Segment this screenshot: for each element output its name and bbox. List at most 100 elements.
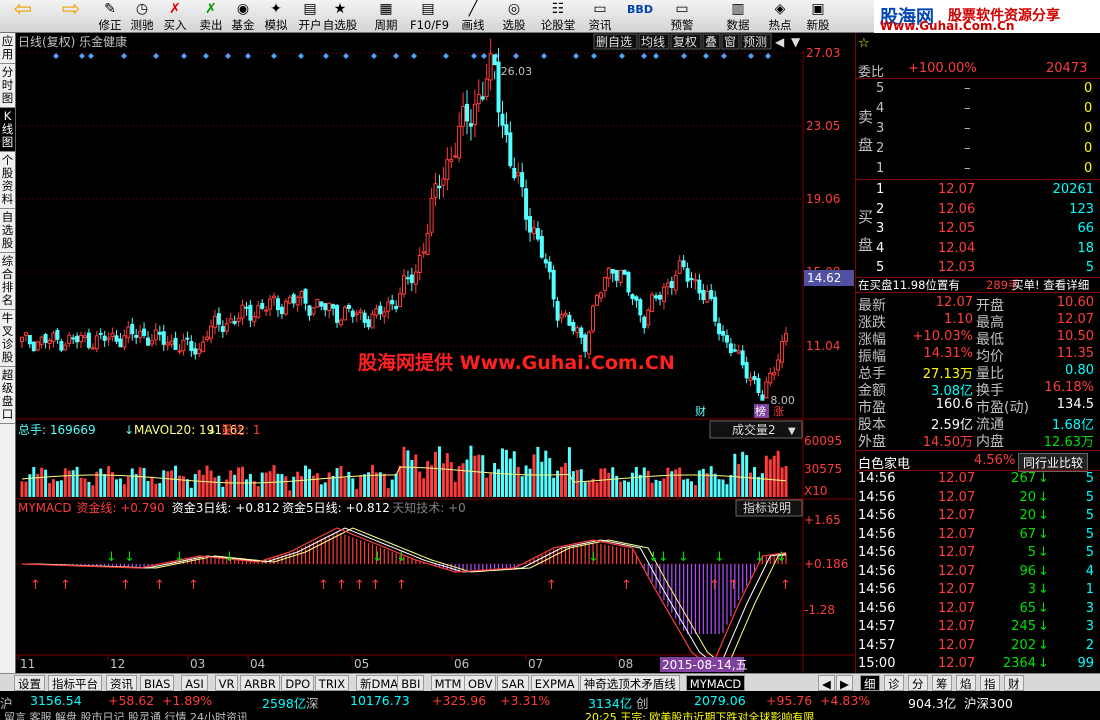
indicator-tab-3[interactable]: BIAS [140, 675, 175, 691]
sidebar-tab-6[interactable]: 牛叉诊股 [0, 310, 15, 367]
volume-bar [386, 488, 390, 497]
sidebar-tab-7[interactable]: 超级盘口 [0, 367, 15, 424]
sidebar-tab-3[interactable]: 个股资料 [0, 152, 15, 209]
volume-bar [567, 447, 571, 497]
toolbar-watchlist-button[interactable]: ★ 自选股 [322, 0, 358, 33]
status-sh-change: +58.62 [108, 693, 155, 708]
indicator-tab-11[interactable]: MTM [430, 675, 466, 691]
candle [535, 221, 540, 242]
toolbar-pen-button[interactable]: ✎ 修正 [92, 0, 128, 33]
volume-bar [760, 473, 764, 497]
volume-bar [103, 474, 107, 497]
indicator-tab-8[interactable]: TRIX [314, 675, 350, 691]
indicator-tab-15[interactable]: 神奇选顶术矛盾线 [579, 675, 680, 691]
chart-button-5[interactable]: 预测 [740, 33, 772, 50]
sidebar-tab-5[interactable]: 综合排名 [0, 253, 15, 310]
indicator-tab-1[interactable]: 指标平台 [48, 675, 102, 691]
toolbar-period-button[interactable]: ▦ 周期 [368, 0, 404, 33]
quote-tab-6[interactable]: 财 [1004, 675, 1024, 691]
toolbar-clock-button[interactable]: ◷ 测驰 [124, 0, 160, 33]
candle [591, 304, 596, 334]
sidebar-tab-0[interactable]: 应用 [0, 33, 15, 64]
candle [31, 341, 36, 353]
tick-volume: 202 [1011, 637, 1036, 653]
chart-button-4[interactable]: 窗 [721, 33, 740, 50]
news-ticker[interactable]: 20:25 王宗: 欧美股市近期下跌对全球影响有限 [585, 709, 814, 720]
quote-tab-5[interactable]: 指 [980, 675, 1000, 691]
toolbar-draw-line-button[interactable]: ╱ 画线 [455, 0, 491, 33]
chart-area[interactable]: 日线(复权) 乐金健康 删自选 均线 复权叠窗预测 ◀ ▼ 27.03 23.05 19.06 1… [16, 33, 854, 673]
toolbar-buy-button[interactable]: ✗ 买入 [157, 0, 193, 33]
indicator-tab-13[interactable]: SAR [497, 675, 529, 691]
signal-diamond-icon [721, 53, 727, 59]
indicator-tab-9[interactable]: 新DMA [356, 675, 403, 691]
volume-bar [481, 455, 485, 497]
toolbar-data-button[interactable]: ▥ 数据 [720, 0, 756, 33]
indicator-tab-6[interactable]: ARBR [240, 675, 280, 691]
signal-diamond-icon [653, 53, 659, 59]
toolbar-forward-button[interactable]: ⇨ [50, 0, 92, 33]
candle [768, 367, 773, 387]
quote-tab-3[interactable]: 筹 [932, 675, 952, 691]
event-tag[interactable]: 榜 [754, 404, 769, 418]
sell-icon: ✗ [205, 1, 217, 17]
indicator-tab-7[interactable]: DPO [281, 675, 315, 691]
toolbar-sell-button[interactable]: ✗ 卖出 [193, 0, 229, 33]
candle [661, 283, 666, 310]
indicator-tab-0[interactable]: 设置 [14, 675, 45, 691]
toolbar-forum-button[interactable]: ☷ 论股堂 [540, 0, 576, 33]
candle [39, 335, 44, 349]
quote-tab-0[interactable]: 细 [860, 675, 880, 691]
quote-tab-1[interactable]: 诊 [884, 675, 904, 691]
toolbar-info-button[interactable]: ▭ 资讯 [582, 0, 618, 33]
volume-bar [493, 463, 497, 497]
candle [55, 327, 60, 344]
event-tag[interactable]: 涨 [772, 404, 787, 418]
volume-bar [339, 466, 343, 497]
candle [189, 335, 194, 357]
chart-button-2[interactable]: 复权 [670, 33, 702, 50]
candle [713, 290, 718, 327]
toolbar-simulate-button[interactable]: ✦ 模拟 [258, 0, 294, 33]
toolbar-back-button[interactable]: ⇦ [2, 0, 44, 33]
toolbar-stock-picker-button[interactable]: ◎ 选股 [496, 0, 532, 33]
candle [354, 310, 359, 323]
tab-prev-icon[interactable]: ◀ [818, 675, 835, 691]
quote-tab-2[interactable]: 分 [908, 675, 928, 691]
chart-button-0[interactable]: 删自选 [593, 33, 638, 50]
volume-bar [500, 448, 504, 497]
toolbar-label: 论股堂 [540, 18, 576, 32]
tab-next-icon[interactable]: ▶ [836, 675, 853, 691]
indicator-tab-16[interactable]: MYMACD [685, 675, 746, 691]
volume-bar [520, 476, 524, 497]
candle [260, 298, 265, 311]
indicator-tab-12[interactable]: OBV [464, 675, 497, 691]
toolbar-fund-button[interactable]: ◉ 基金 [225, 0, 261, 33]
indicator-tab-14[interactable]: EXPMA [530, 675, 579, 691]
chart-button-3[interactable]: 叠 [702, 33, 721, 50]
indicator-tab-2[interactable]: 资讯 [106, 675, 137, 691]
indicator-tab-5[interactable]: VR [214, 675, 239, 691]
toolbar-alert-button[interactable]: ▭ 预警 [664, 0, 700, 33]
kline-chart-svg[interactable]: 日线(复权) 乐金健康 删自选 均线 复权叠窗预测 ◀ ▼ 27.03 23.05 19.06 1… [16, 33, 854, 673]
quote-tab-4[interactable]: 焰 [956, 675, 976, 691]
sidebar-tab-4[interactable]: 自选股 [0, 209, 15, 253]
candle [67, 331, 72, 348]
sidebar-tab-1[interactable]: 分时图 [0, 64, 15, 108]
toolbar-hotspot-button[interactable]: ◈ 热点 [762, 0, 798, 33]
prev-arrow-icon[interactable]: ◀ [775, 35, 785, 49]
toolbar-news-button[interactable]: ▣ 新股 [800, 0, 836, 33]
candle [433, 172, 438, 206]
indicator-tab-10[interactable]: BBI [397, 675, 425, 691]
order-detail-link[interactable]: 买单! 查看详细 [1012, 277, 1089, 293]
indicator-help-button[interactable]: 指标说明 [735, 499, 803, 517]
event-tag[interactable]: 财 [694, 404, 709, 418]
toolbar-f10-button[interactable]: ▤ F10/F9 [410, 0, 449, 33]
indicator-tab-4[interactable]: ASI [181, 675, 208, 691]
sidebar-tab-2[interactable]: K线图 [0, 108, 15, 152]
volume-dropdown[interactable]: 成交量2 ▼ [709, 420, 803, 439]
toolbar-bbd-button[interactable]: BBD [622, 0, 658, 33]
menu-arrow-icon[interactable]: ▼ [791, 35, 801, 49]
news-links[interactable]: 留言 客服 解盘 股市日记 股灵通 行情 24小时资讯 [4, 709, 248, 720]
chart-button-1[interactable]: 均线 [638, 33, 670, 50]
